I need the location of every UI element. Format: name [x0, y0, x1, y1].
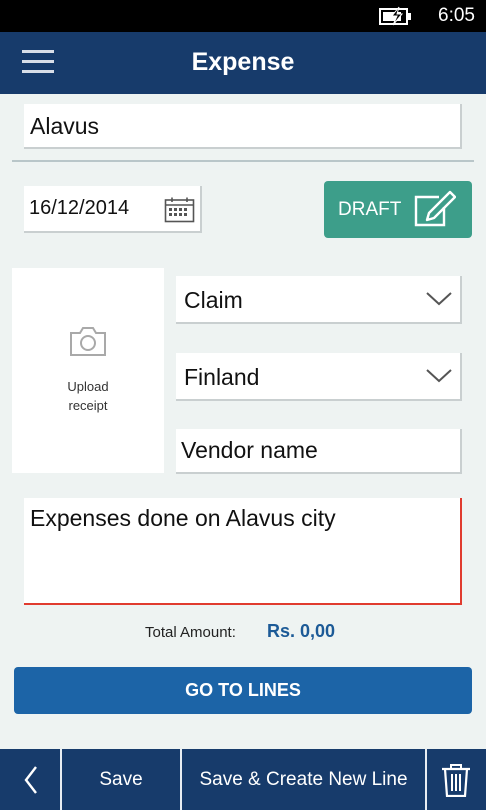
save-button[interactable]: Save — [62, 749, 180, 810]
back-button[interactable] — [0, 749, 60, 810]
chevron-down-icon — [426, 292, 452, 306]
upload-receipt-label: Upload receipt — [67, 379, 109, 413]
page-title: Expense — [191, 48, 295, 76]
total-amount-value: Rs. 0,00 — [267, 621, 336, 641]
chevron-left-icon — [24, 766, 37, 794]
description-input[interactable]: Expenses done on Alavus city — [24, 498, 462, 605]
vendor-name-input[interactable]: Vendor name — [176, 429, 462, 474]
battery-charging-icon — [379, 6, 411, 26]
status-bar: 6:05 — [0, 0, 486, 32]
edit-icon — [414, 190, 456, 227]
trash-icon — [442, 764, 470, 797]
camera-icon — [70, 327, 106, 356]
status-time: 6:05 — [438, 5, 475, 26]
upload-receipt-button[interactable]: Upload receipt — [12, 268, 164, 473]
expense-type-value: Claim — [184, 287, 243, 313]
delete-button[interactable] — [427, 749, 486, 810]
bottom-app-bar: Save Save & Create New Line — [0, 749, 486, 810]
chevron-down-icon — [426, 369, 452, 383]
draft-status-label: DRAFT — [338, 199, 402, 220]
expense-title-input[interactable]: Alavus — [24, 104, 462, 149]
draft-status-button[interactable]: DRAFT — [324, 181, 472, 238]
country-select[interactable]: Finland — [176, 353, 462, 401]
save-create-new-line-button[interactable]: Save & Create New Line — [182, 749, 425, 810]
calendar-icon[interactable] — [164, 197, 195, 223]
divider — [12, 160, 474, 162]
go-to-lines-button[interactable]: GO TO LINES — [14, 667, 472, 714]
country-value: Finland — [184, 364, 260, 390]
expense-type-select[interactable]: Claim — [176, 276, 462, 324]
app-header: Expense — [0, 32, 486, 94]
total-amount-label: Total Amount: — [145, 624, 236, 641]
